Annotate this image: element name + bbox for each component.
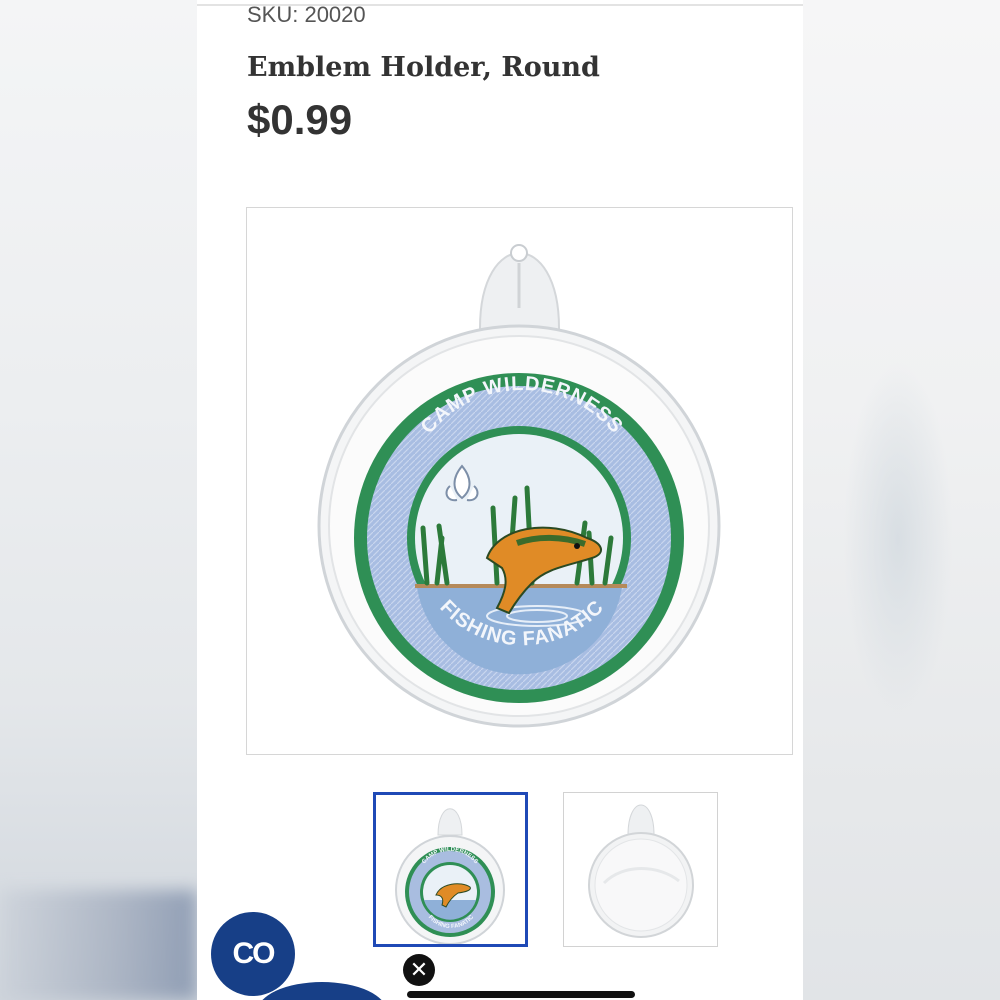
- product-title: Emblem Holder, Round: [247, 52, 600, 83]
- thumbnail-front-image: CAMP WILDERNESS FISHING FANATIC: [395, 808, 505, 944]
- product-price: $0.99: [247, 96, 353, 143]
- chat-logo-icon: CO: [232, 937, 276, 970]
- close-button[interactable]: ✕: [403, 954, 435, 986]
- chat-button[interactable]: CO: [211, 912, 295, 996]
- blurred-backdrop-left: [0, 0, 197, 1000]
- main-product-image[interactable]: CAMP WILDERNESS FISHING FANATIC: [246, 207, 793, 755]
- home-indicator[interactable]: [407, 991, 635, 998]
- blurred-backdrop-right: [803, 0, 1000, 1000]
- thumbnail-front-selected[interactable]: CAMP WILDERNESS FISHING FANATIC: [373, 792, 528, 947]
- close-icon: ✕: [409, 957, 429, 982]
- thumbnail-empty-holder[interactable]: [563, 792, 718, 947]
- product-page-screen: SKU: 20020 Emblem Holder, Round $0.99 CA…: [197, 0, 803, 1000]
- sku-label: SKU: 20020: [247, 2, 366, 27]
- emblem-holder-image: CAMP WILDERNESS FISHING FANATIC: [317, 244, 721, 728]
- thumbnail-empty-image: [588, 804, 694, 938]
